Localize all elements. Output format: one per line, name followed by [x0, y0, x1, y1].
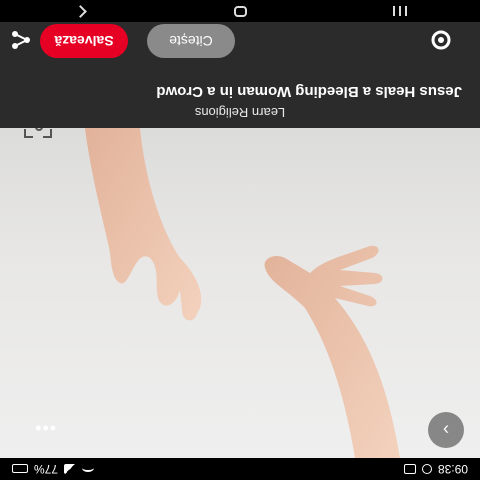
hands-illustration [85, 128, 400, 458]
lower-hand [85, 128, 202, 321]
home-button[interactable] [225, 2, 255, 20]
status-bar: 09:38 77% [0, 458, 480, 480]
wifi-icon [82, 464, 94, 474]
next-pin-button[interactable]: › [428, 412, 464, 448]
screen: 09:38 77% › ••• Learn Religions Jesus He… [0, 0, 480, 480]
recents-icon [393, 6, 395, 16]
lens-corner-icon [24, 129, 33, 138]
visual-search-button[interactable] [24, 128, 52, 138]
upper-hand [264, 245, 400, 458]
more-icon [431, 30, 451, 50]
pin-info-panel: Learn Religions Jesus Heals a Bleeding W… [0, 22, 480, 128]
pin-title: Jesus Heals a Bleeding Woman in a Crowd [156, 83, 462, 100]
system-nav-bar [0, 0, 480, 22]
notification-icon [421, 464, 432, 474]
share-button[interactable] [12, 28, 40, 54]
status-left: 09:38 [403, 462, 468, 476]
recents-icon [399, 6, 401, 16]
battery-percent: 77% [34, 462, 59, 476]
battery-icon [12, 464, 28, 474]
chevron-right-icon: › [443, 420, 449, 441]
share-icon [12, 31, 30, 49]
recents-icon [405, 6, 407, 16]
signal-icon [64, 464, 77, 474]
action-bar: Citește Salvează [0, 24, 480, 58]
recents-button[interactable] [385, 2, 415, 20]
home-icon [234, 6, 247, 17]
visual-search-icon [35, 128, 43, 131]
back-button[interactable] [65, 2, 95, 20]
pin-source[interactable]: Learn Religions [0, 105, 480, 120]
save-button[interactable]: Salvează [40, 24, 128, 58]
pin-image[interactable]: › ••• [0, 128, 480, 458]
more-options-button[interactable] [431, 28, 460, 54]
read-button[interactable]: Citește [147, 24, 235, 58]
clock: 09:38 [437, 462, 468, 476]
status-right: 77% [12, 462, 94, 476]
back-icon [74, 5, 87, 18]
lens-corner-icon [43, 129, 52, 138]
ellipsis-icon[interactable]: ••• [34, 417, 56, 438]
message-icon [403, 464, 416, 474]
